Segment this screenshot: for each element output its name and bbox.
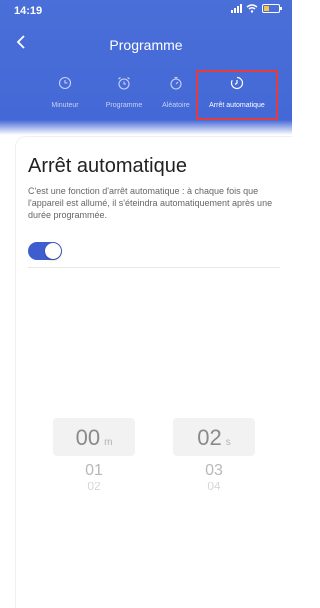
battery-icon bbox=[262, 4, 282, 13]
tab-label: Minuteur bbox=[51, 102, 79, 109]
mode-tabs: Minuteur Programme Aléatoire Arrêt autom bbox=[0, 70, 292, 120]
status-time: 14:19 bbox=[14, 5, 43, 17]
section-title: Arrêt automatique bbox=[28, 155, 187, 177]
tab-minuteur[interactable]: Minuteur bbox=[40, 70, 90, 120]
alarm-clock-icon bbox=[118, 77, 130, 90]
seconds-number: 02 bbox=[197, 425, 222, 450]
page-title: Programme bbox=[109, 37, 183, 53]
highlight-box bbox=[196, 70, 278, 120]
settings-card: Arrêt automatique C'est une fonction d'a… bbox=[16, 137, 292, 608]
minutes-number: 00 bbox=[75, 425, 101, 450]
clock-icon bbox=[58, 76, 72, 90]
minutes-next2: 02 bbox=[87, 482, 101, 490]
stopwatch-icon bbox=[170, 76, 182, 90]
section-description: C'est une fonction d'arrêt automatique :… bbox=[28, 186, 273, 220]
seconds-value: 02 s bbox=[173, 425, 255, 451]
seconds-next2: 04 bbox=[207, 482, 221, 490]
tab-label: Aléatoire bbox=[162, 102, 190, 109]
tab-arret-automatique[interactable]: Arrêt automatique bbox=[196, 70, 278, 120]
status-bar: 14:19 bbox=[0, 0, 292, 24]
wifi-icon bbox=[246, 4, 258, 13]
tab-label: Programme bbox=[105, 102, 143, 109]
header: Programme bbox=[0, 30, 292, 62]
divider bbox=[28, 267, 280, 268]
seconds-picker[interactable]: 02 s 03 04 bbox=[173, 418, 255, 498]
minutes-next: 01 bbox=[85, 462, 103, 479]
seconds-unit: s bbox=[225, 437, 231, 448]
status-icons bbox=[231, 4, 282, 13]
tab-aleatoire[interactable]: Aléatoire bbox=[154, 70, 198, 120]
minutes-value: 00 m bbox=[53, 425, 135, 451]
toggle-knob bbox=[45, 243, 61, 259]
minutes-unit: m bbox=[104, 437, 113, 448]
signal-icon bbox=[231, 4, 242, 13]
tab-programme[interactable]: Programme bbox=[96, 70, 152, 120]
minutes-picker[interactable]: 00 m 01 02 bbox=[53, 418, 135, 498]
screen: 14:19 Programme Minuteur Programme Aléat… bbox=[0, 0, 292, 608]
auto-off-toggle[interactable] bbox=[28, 242, 62, 260]
seconds-next: 03 bbox=[205, 462, 223, 479]
